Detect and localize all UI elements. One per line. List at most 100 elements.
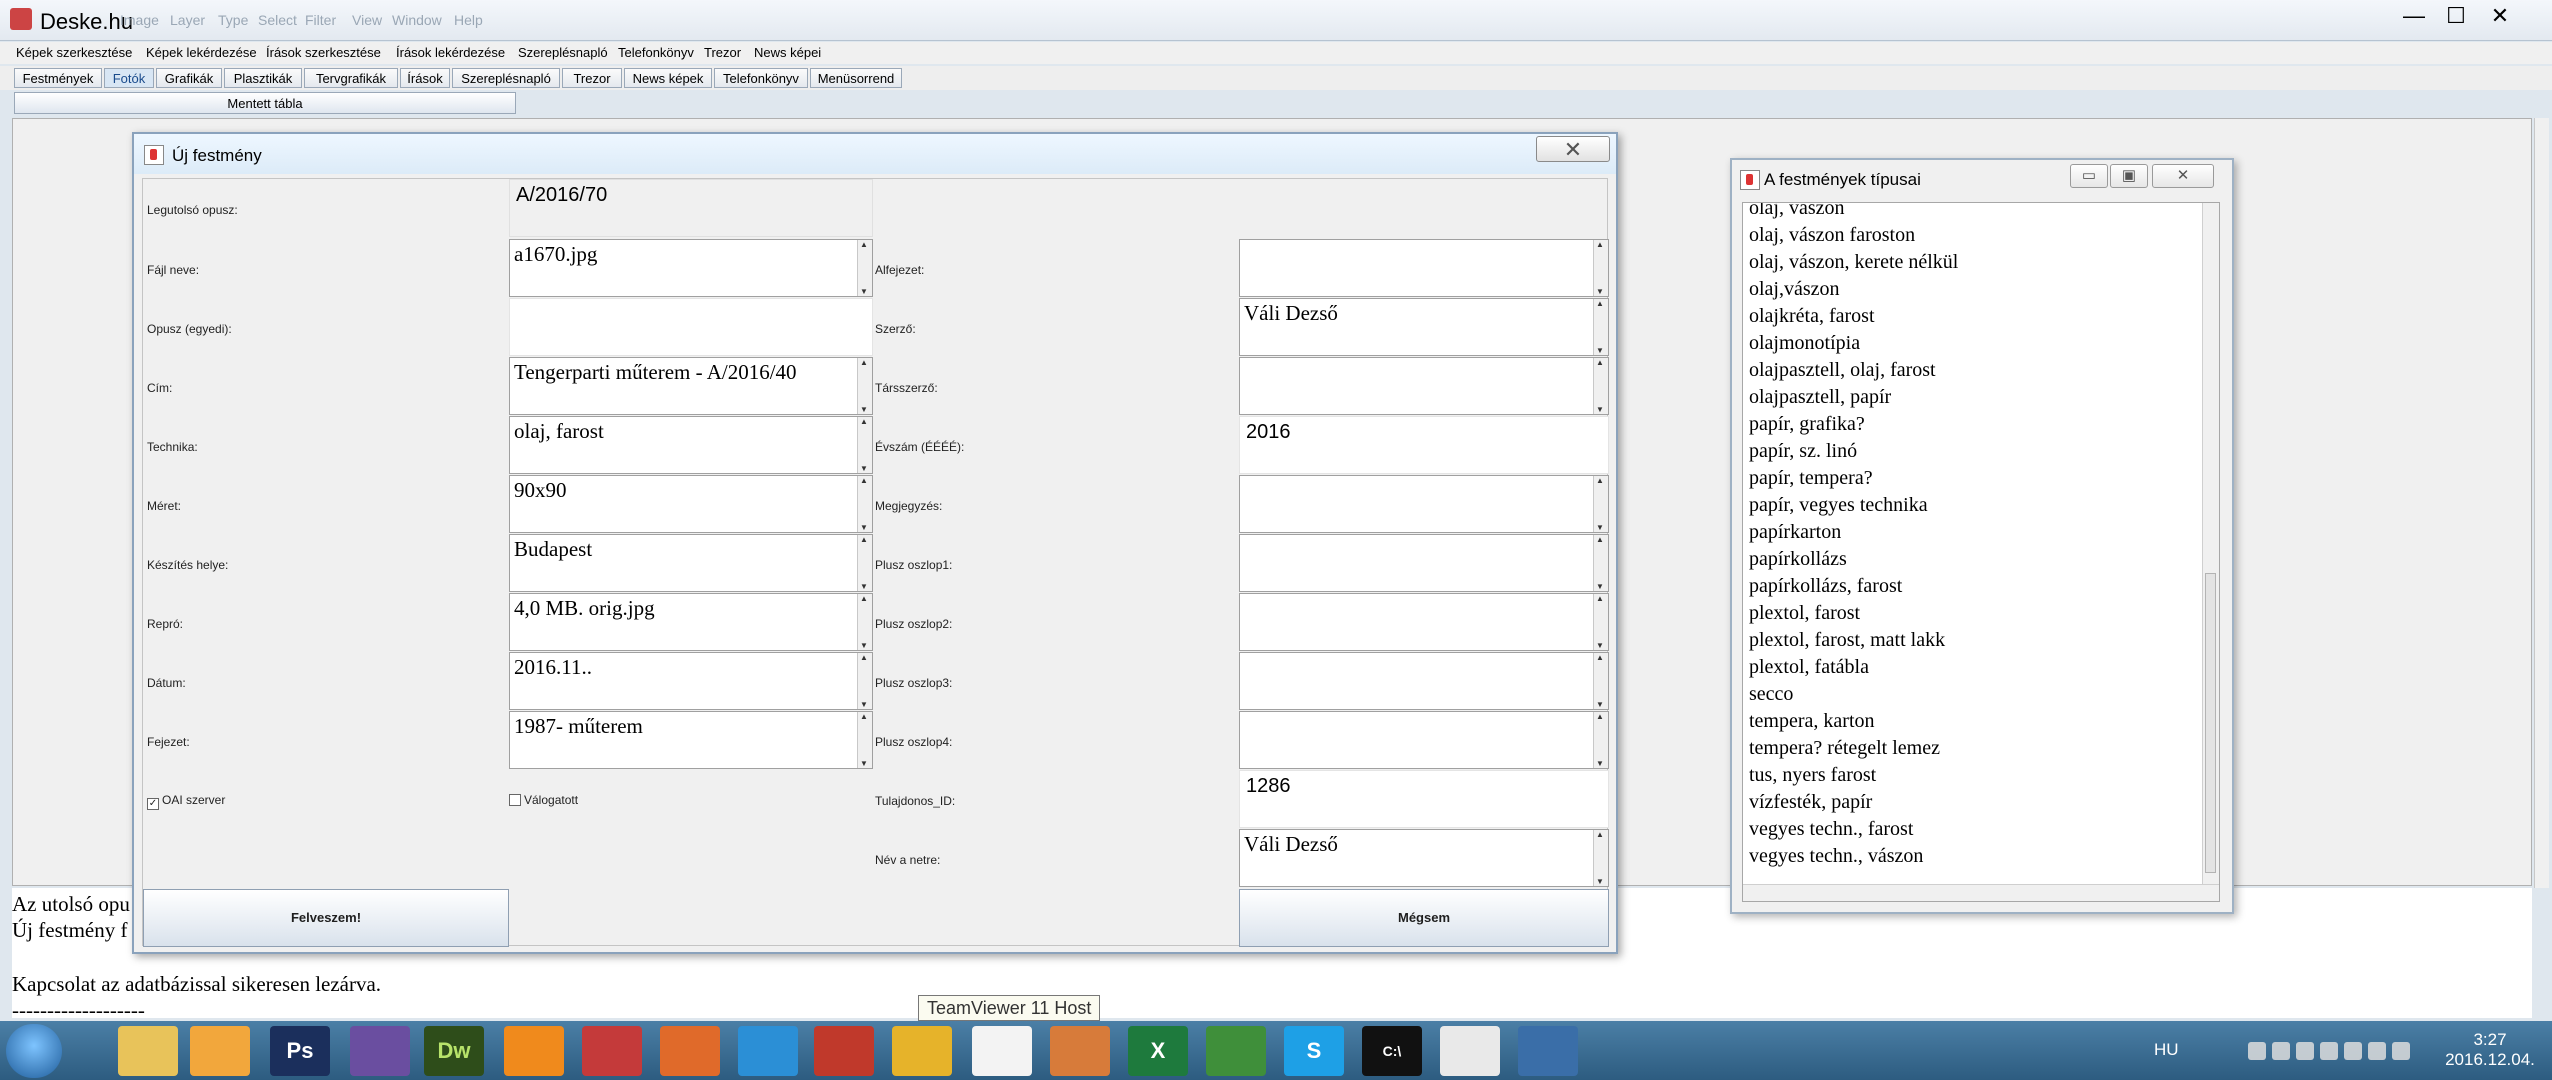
list-item[interactable]: tus, nyers farost [1749,764,1876,787]
java-icon[interactable] [1440,1026,1500,1076]
monitor-icon[interactable] [2344,1042,2362,1060]
field-scrollbar[interactable] [1593,358,1608,414]
list-item[interactable]: papír, vegyes technika [1749,494,1928,517]
extra-col2-field[interactable] [1239,593,1609,651]
opus-unique-field[interactable] [509,298,873,356]
menu-kepek-lekerdezese[interactable]: Képek lekérdezése [146,45,257,60]
network-tray-icon[interactable] [2368,1042,2386,1060]
tray-icon[interactable] [2296,1042,2314,1060]
field-scrollbar[interactable] [1593,240,1608,296]
list-item[interactable]: olaj,vászon [1749,278,1840,301]
extra-col1-field[interactable] [1239,534,1609,592]
field-scrollbar[interactable] [1593,476,1608,532]
title-field[interactable]: Tengerparti műterem - A/2016/40 [509,357,873,415]
menu-irasok-szerkesztese[interactable]: Írások szerkesztése [266,45,381,60]
technique-field[interactable]: olaj, farost [509,416,873,474]
language-indicator[interactable]: HU [2154,1040,2179,1060]
field-scrollbar[interactable] [1593,535,1608,591]
list-item[interactable]: tempera? rétegelt lemez [1749,737,1940,760]
year-field[interactable]: 2016 [1239,416,1609,474]
tab-tervgrafikak[interactable]: Tervgrafikák [304,68,398,88]
tab-news-kepek[interactable]: News képek [624,68,712,88]
calendar-icon[interactable] [972,1026,1032,1076]
checkbox-box[interactable]: ✓ [147,798,159,810]
network-icon[interactable] [1518,1026,1578,1076]
visual-studio-icon[interactable] [350,1026,410,1076]
tab-telefonkonyv[interactable]: Telefonkönyv [714,68,808,88]
firefox-icon[interactable] [660,1026,720,1076]
menu-trezor[interactable]: Trezor [704,45,741,60]
cancel-button[interactable]: Mégsem [1239,889,1609,947]
list-item[interactable]: olajmonotípia [1749,332,1860,355]
chapter-field[interactable]: 1987- műterem [509,711,873,769]
list-item[interactable]: tempera, karton [1749,710,1875,733]
menu-news-kepei[interactable]: News képei [754,45,821,60]
list-item[interactable]: olajkréta, farost [1749,305,1875,328]
tab-plasztikak[interactable]: Plasztikák [224,68,302,88]
list-item[interactable]: plextol, fatábla [1749,656,1869,679]
list-item[interactable]: olajpasztell, olaj, farost [1749,359,1936,382]
repro-field[interactable]: 4,0 MB. orig.jpg [509,593,873,651]
tab-menusorrend[interactable]: Menüsorrend [810,68,902,88]
save-icon[interactable] [582,1026,642,1076]
photoshop-icon[interactable]: Ps [270,1026,330,1076]
list-item[interactable]: vegyes techn., farost [1749,818,1913,841]
list-item[interactable]: papír, sz. linó [1749,440,1857,463]
tab-festmenyek[interactable]: Festmények [14,68,102,88]
list-item[interactable]: plextol, farost [1749,602,1860,625]
field-scrollbar[interactable] [857,712,872,768]
web-name-field[interactable]: Váli Dezső [1239,829,1609,887]
scroll-thumb[interactable] [2205,573,2216,873]
tray-icon[interactable] [2272,1042,2290,1060]
dialog-close-icon[interactable]: ✕ [1536,136,1610,162]
menu-telefonkonyv[interactable]: Telefonkönyv [618,45,694,60]
saved-table-button[interactable]: Mentett tábla [14,92,516,114]
ie-icon[interactable] [738,1026,798,1076]
skype-icon[interactable]: S [1284,1026,1344,1076]
vlc-icon[interactable] [504,1026,564,1076]
list-item[interactable]: papírkollázs [1749,548,1847,571]
tab-fotok[interactable]: Fotók [104,68,154,88]
subchapter-field[interactable] [1239,239,1609,297]
vector-icon[interactable] [892,1026,952,1076]
extra-col3-field[interactable] [1239,652,1609,710]
field-scrollbar[interactable] [857,535,872,591]
types-minimize-icon[interactable]: ▭ [2070,164,2108,188]
note-field[interactable] [1239,475,1609,533]
close-icon[interactable]: ✕ [2480,2,2520,32]
field-scrollbar[interactable] [1593,594,1608,650]
list-item[interactable]: olaj, vászon, kerete nélkül [1749,251,1958,274]
field-scrollbar[interactable] [857,358,872,414]
field-scrollbar[interactable] [857,653,872,709]
tab-irasok[interactable]: Írások [400,68,450,88]
tab-szereplesnaplo[interactable]: Szereplésnapló [452,68,560,88]
workspace-scrollbar[interactable] [2534,118,2549,888]
field-scrollbar[interactable] [857,476,872,532]
list-item[interactable]: papírkarton [1749,521,1841,544]
types-list-vscrollbar[interactable] [2202,203,2219,885]
list-item[interactable]: olaj, vászon faroston [1749,224,1915,247]
filezilla-icon[interactable] [814,1026,874,1076]
extra-col4-field[interactable] [1239,711,1609,769]
field-scrollbar[interactable] [1593,653,1608,709]
maximize-icon[interactable]: ☐ [2436,2,2476,32]
list-item[interactable]: olaj, vászon [1749,203,1845,220]
tab-grafikak[interactable]: Grafikák [156,68,222,88]
date-field[interactable]: 2016.11.. [509,652,873,710]
explorer-icon[interactable] [118,1026,178,1076]
field-scrollbar[interactable] [1593,830,1608,886]
checkbox-box[interactable] [509,794,521,806]
menu-irasok-lekerdezese[interactable]: Írások lekérdezése [396,45,505,60]
types-maximize-icon[interactable]: ▣ [2110,164,2148,188]
field-scrollbar[interactable] [1593,712,1608,768]
field-scrollbar[interactable] [857,417,872,473]
file-name-field[interactable]: a1670.jpg [509,239,873,297]
size-field[interactable]: 90x90 [509,475,873,533]
list-item[interactable]: vízfesték, papír [1749,791,1872,814]
system-clock[interactable]: 3:27 2016.12.04. [2440,1030,2540,1070]
list-item[interactable]: secco [1749,683,1793,706]
oai-server-checkbox[interactable]: ✓ OAI szerver [147,793,225,810]
tray-icon[interactable] [2248,1042,2266,1060]
list-item[interactable]: vegyes techn., vászon [1749,845,1923,868]
coauthor-field[interactable] [1239,357,1609,415]
